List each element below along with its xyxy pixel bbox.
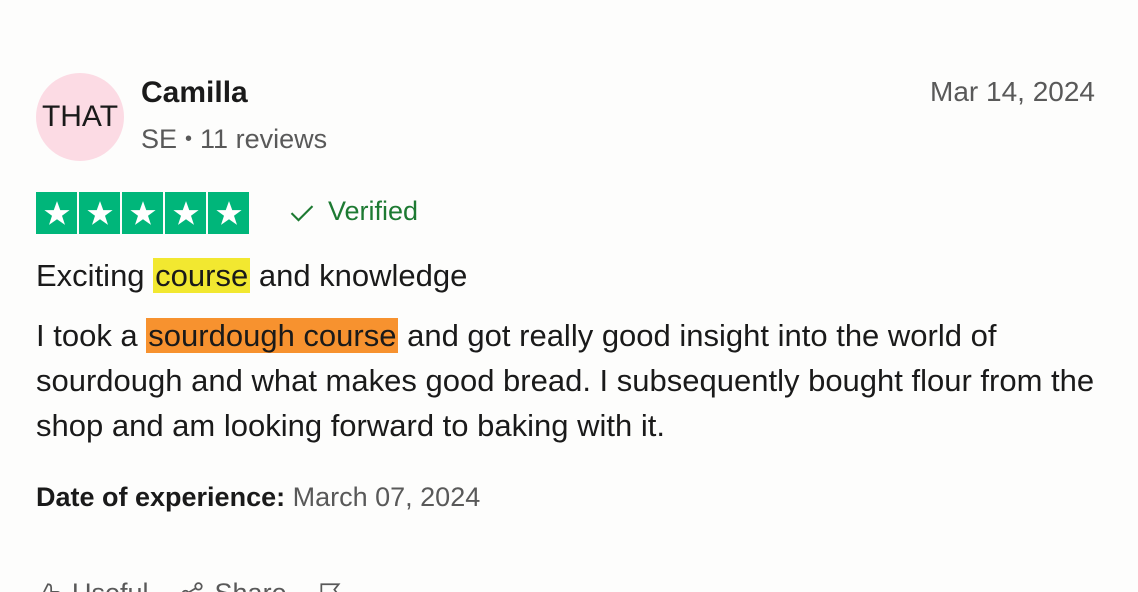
verified-badge[interactable]: Verified (288, 196, 418, 227)
star-4 (165, 192, 206, 234)
share-label: Share (215, 578, 287, 592)
review-title-before: Exciting (36, 258, 154, 293)
star-icon (215, 201, 242, 225)
reviewer-name[interactable]: Camilla (141, 76, 248, 110)
star-3 (122, 192, 163, 234)
star-icon (43, 201, 70, 225)
avatar[interactable]: THAT (36, 73, 124, 161)
star-5 (208, 192, 249, 234)
experience-date: March 07, 2024 (292, 482, 481, 512)
review-body-highlight: sourdough course (146, 318, 399, 353)
review-body: I took a sourdough course and got really… (36, 313, 1106, 448)
star-icon (129, 201, 156, 225)
date-of-experience: Date of experience: March 07, 2024 (36, 482, 480, 513)
thumbs-up-icon (38, 582, 61, 592)
review-body-before: I took a (36, 318, 147, 353)
reviewer-review-count: 11 reviews (200, 124, 328, 154)
experience-label: Date of experience: (36, 482, 286, 512)
avatar-initials: THAT (41, 100, 119, 133)
star-icon (172, 201, 199, 225)
review-title-after: and knowledge (250, 258, 468, 293)
star-icon (86, 201, 113, 225)
reviewer-country: SE (141, 124, 178, 154)
review-date: Mar 14, 2024 (930, 76, 1095, 107)
report-button[interactable] (317, 581, 343, 592)
flag-icon (320, 582, 341, 592)
review-actions: Useful Share (36, 578, 343, 592)
useful-label: Useful (72, 578, 149, 592)
checkmark-icon (290, 204, 314, 222)
review-title: Exciting course and knowledge (36, 258, 467, 294)
verified-label: Verified (328, 196, 419, 226)
star-1 (36, 192, 77, 234)
star-2 (79, 192, 120, 234)
share-icon (181, 581, 203, 592)
star-rating (36, 192, 249, 234)
share-button[interactable]: Share (179, 578, 287, 592)
reviewer-meta: SE • 11 reviews (141, 124, 327, 155)
separator-dot: • (185, 128, 193, 150)
review-title-highlight: course (153, 258, 251, 293)
useful-button[interactable]: Useful (36, 578, 149, 592)
review-card: THAT Camilla SE • 11 reviews Mar 14, 202… (0, 0, 1138, 592)
